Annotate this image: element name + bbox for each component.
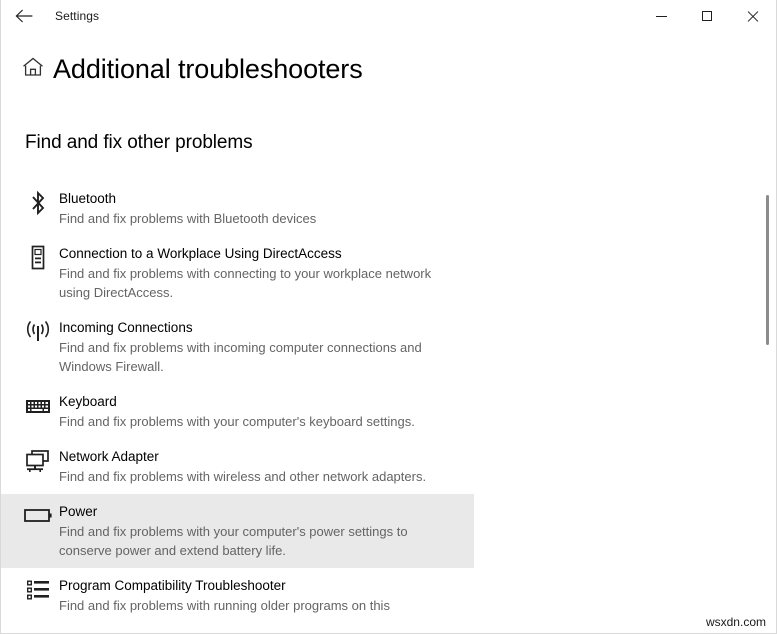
directaccess-device-icon xyxy=(17,244,59,271)
bluetooth-icon xyxy=(17,189,59,216)
troubleshooter-name: Bluetooth xyxy=(59,191,117,206)
page-title: Additional troubleshooters xyxy=(53,54,363,84)
watermark: wsxdn.com xyxy=(703,614,768,630)
minimize-button[interactable] xyxy=(638,0,684,32)
troubleshooter-item-power[interactable]: Power Find and fix problems with your co… xyxy=(1,494,474,568)
close-icon xyxy=(747,10,759,22)
section-title: Find and fix other problems xyxy=(25,132,253,153)
troubleshooter-name: Program Compatibility Troubleshooter xyxy=(59,578,286,593)
troubleshooter-text: Bluetooth Find and fix problems with Blu… xyxy=(59,189,316,228)
troubleshooter-name: Connection to a Workplace Using DirectAc… xyxy=(59,246,342,261)
troubleshooter-description: Find and fix problems with running older… xyxy=(59,598,390,613)
titlebar-drag-area[interactable] xyxy=(99,0,638,32)
troubleshooter-item-incoming-connections[interactable]: Incoming Connections Find and fix proble… xyxy=(1,310,776,384)
settings-window: Settings Additional troubleshooters Find… xyxy=(0,0,777,634)
battery-icon xyxy=(17,502,59,529)
troubleshooter-text: Power Find and fix problems with your co… xyxy=(59,502,459,560)
troubleshooter-item-bluetooth[interactable]: Bluetooth Find and fix problems with Blu… xyxy=(1,181,776,236)
troubleshooter-description: Find and fix problems with your computer… xyxy=(59,414,415,429)
troubleshooter-text: Network Adapter Find and fix problems wi… xyxy=(59,447,426,486)
home-button[interactable] xyxy=(1,57,53,82)
scrollbar-thumb[interactable] xyxy=(766,195,769,345)
vertical-scrollbar[interactable] xyxy=(762,40,774,633)
troubleshooter-name: Keyboard xyxy=(59,394,117,409)
back-button[interactable] xyxy=(1,0,47,32)
troubleshooter-item-network-adapter[interactable]: Network Adapter Find and fix problems wi… xyxy=(1,439,776,494)
minimize-icon xyxy=(655,15,667,17)
troubleshooter-name: Incoming Connections xyxy=(59,320,193,335)
network-adapter-icon xyxy=(17,447,59,474)
caption-buttons xyxy=(638,0,776,32)
troubleshooter-description: Find and fix problems with Bluetooth dev… xyxy=(59,211,317,226)
troubleshooter-text: Incoming Connections Find and fix proble… xyxy=(59,318,459,376)
troubleshooter-description: Find and fix problems with wireless and … xyxy=(59,469,427,484)
home-icon xyxy=(22,57,44,82)
troubleshooter-list: Bluetooth Find and fix problems with Blu… xyxy=(1,181,776,633)
back-arrow-icon xyxy=(15,9,33,23)
troubleshooter-description: Find and fix problems with connecting to… xyxy=(59,266,432,300)
troubleshooter-text: Keyboard Find and fix problems with your… xyxy=(59,392,415,431)
troubleshooter-description: Find and fix problems with your computer… xyxy=(59,524,408,558)
maximize-icon xyxy=(702,11,712,21)
keyboard-icon xyxy=(17,392,59,419)
page-header: Additional troubleshooters xyxy=(1,52,363,86)
app-title: Settings xyxy=(55,9,100,23)
maximize-button[interactable] xyxy=(684,0,730,32)
troubleshooter-item-program-compatibility[interactable]: Program Compatibility Troubleshooter Fin… xyxy=(1,568,776,623)
troubleshooter-description: Find and fix problems with incoming comp… xyxy=(59,340,422,374)
close-button[interactable] xyxy=(730,0,776,32)
broadcast-antenna-icon xyxy=(17,318,59,345)
troubleshooter-name: Network Adapter xyxy=(59,449,159,464)
troubleshooter-item-keyboard[interactable]: Keyboard Find and fix problems with your… xyxy=(1,384,776,439)
troubleshooter-item-directaccess[interactable]: Connection to a Workplace Using DirectAc… xyxy=(1,236,776,310)
list-icon xyxy=(17,576,59,603)
titlebar: Settings xyxy=(1,0,776,32)
troubleshooter-text: Connection to a Workplace Using DirectAc… xyxy=(59,244,459,302)
troubleshooter-name: Power xyxy=(59,504,98,519)
troubleshooter-text: Program Compatibility Troubleshooter Fin… xyxy=(59,576,390,615)
